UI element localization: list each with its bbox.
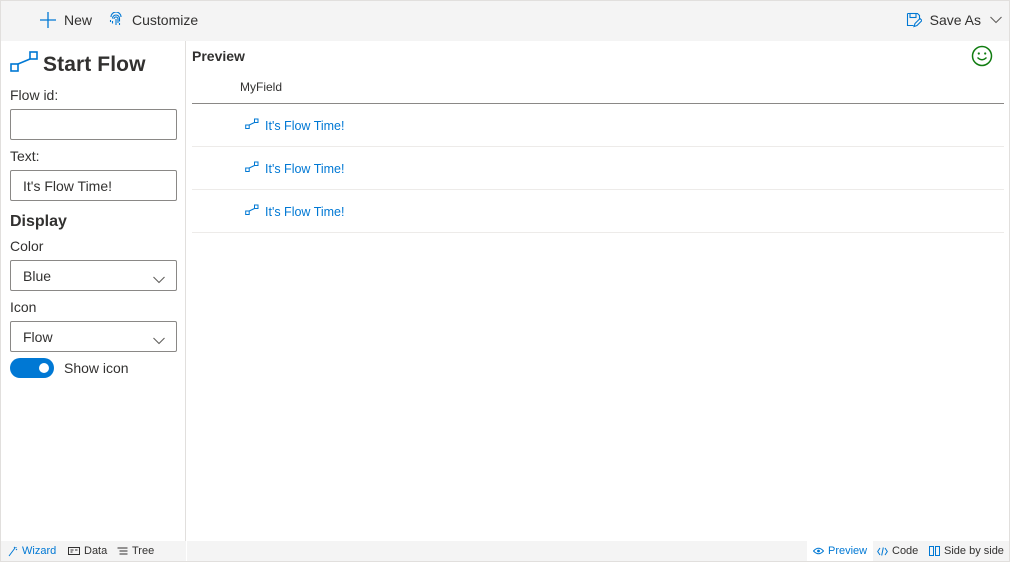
save-as-button[interactable]: Save As bbox=[906, 0, 1002, 40]
side-by-side-icon bbox=[929, 546, 940, 556]
icon-label: Icon bbox=[10, 299, 37, 315]
flow-icon bbox=[10, 51, 39, 78]
color-dropdown[interactable]: Blue bbox=[10, 260, 177, 291]
new-label: New bbox=[64, 12, 93, 28]
flow-link-text: It's Flow Time! bbox=[265, 204, 345, 219]
flow-id-input[interactable] bbox=[10, 109, 177, 140]
text-label: Text: bbox=[10, 148, 40, 164]
tab-preview-label: Preview bbox=[828, 545, 868, 557]
wizard-title: Start Flow bbox=[10, 51, 146, 78]
display-section-heading: Display bbox=[10, 213, 67, 230]
tab-tree[interactable]: Tree bbox=[111, 541, 160, 561]
list-row: It's Flow Time! bbox=[192, 147, 1004, 190]
flow-icon bbox=[245, 204, 259, 219]
show-icon-toggle[interactable] bbox=[10, 358, 54, 378]
flow-link[interactable]: It's Flow Time! bbox=[245, 161, 344, 176]
chevron-down-icon bbox=[153, 271, 165, 287]
flow-icon bbox=[245, 161, 259, 176]
list-row: It's Flow Time! bbox=[192, 190, 1004, 233]
wizard-title-text: Start Flow bbox=[43, 52, 146, 76]
show-icon-label: Show icon bbox=[64, 360, 129, 376]
save-as-icon bbox=[906, 12, 922, 28]
color-dropdown-value: Blue bbox=[23, 267, 52, 284]
flow-icon bbox=[245, 118, 259, 133]
plus-icon bbox=[39, 11, 57, 29]
color-label: Color bbox=[10, 238, 44, 254]
tab-wizard-label: Wizard bbox=[22, 545, 57, 557]
wizard-panel: Start Flow Flow id: Text: It's Flow Time… bbox=[1, 41, 186, 541]
tab-wizard[interactable]: Wizard bbox=[2, 541, 62, 561]
icon-dropdown[interactable]: Flow bbox=[10, 321, 177, 352]
chevron-down-icon bbox=[990, 16, 1002, 24]
tab-side-by-side-label: Side by side bbox=[944, 545, 1004, 557]
tab-code[interactable]: Code bbox=[871, 541, 924, 561]
save-as-label: Save As bbox=[929, 12, 981, 28]
flow-link[interactable]: It's Flow Time! bbox=[245, 118, 344, 133]
preview-title: Preview bbox=[192, 48, 245, 64]
tab-data[interactable]: Data bbox=[62, 541, 113, 561]
tab-preview[interactable]: Preview bbox=[807, 541, 874, 561]
flow-link[interactable]: It's Flow Time! bbox=[245, 204, 344, 219]
fingerprint-icon bbox=[109, 12, 123, 28]
code-icon bbox=[877, 546, 888, 556]
eye-icon bbox=[813, 547, 824, 555]
toggle-knob bbox=[39, 363, 49, 373]
flow-link-text: It's Flow Time! bbox=[265, 161, 345, 176]
list-row: It's Flow Time! bbox=[192, 104, 1004, 147]
tab-data-label: Data bbox=[84, 545, 108, 557]
customize-label: Customize bbox=[132, 12, 199, 28]
new-button[interactable]: New bbox=[39, 0, 92, 40]
text-input[interactable]: It's Flow Time! bbox=[10, 170, 177, 201]
wand-icon bbox=[8, 546, 18, 557]
icon-dropdown-value: Flow bbox=[23, 328, 53, 345]
tab-side-by-side[interactable]: Side by side bbox=[923, 541, 1010, 561]
tab-tree-label: Tree bbox=[132, 545, 155, 557]
smiley-icon[interactable] bbox=[971, 45, 993, 72]
flow-link-text: It's Flow Time! bbox=[265, 118, 345, 133]
tab-code-label: Code bbox=[892, 545, 919, 557]
customize-button[interactable]: Customize bbox=[109, 0, 198, 40]
flow-id-label: Flow id: bbox=[10, 87, 59, 103]
column-header-myfield[interactable]: MyField bbox=[240, 80, 282, 94]
chevron-down-icon bbox=[153, 332, 165, 348]
tree-icon bbox=[117, 546, 128, 556]
data-icon bbox=[68, 546, 80, 556]
